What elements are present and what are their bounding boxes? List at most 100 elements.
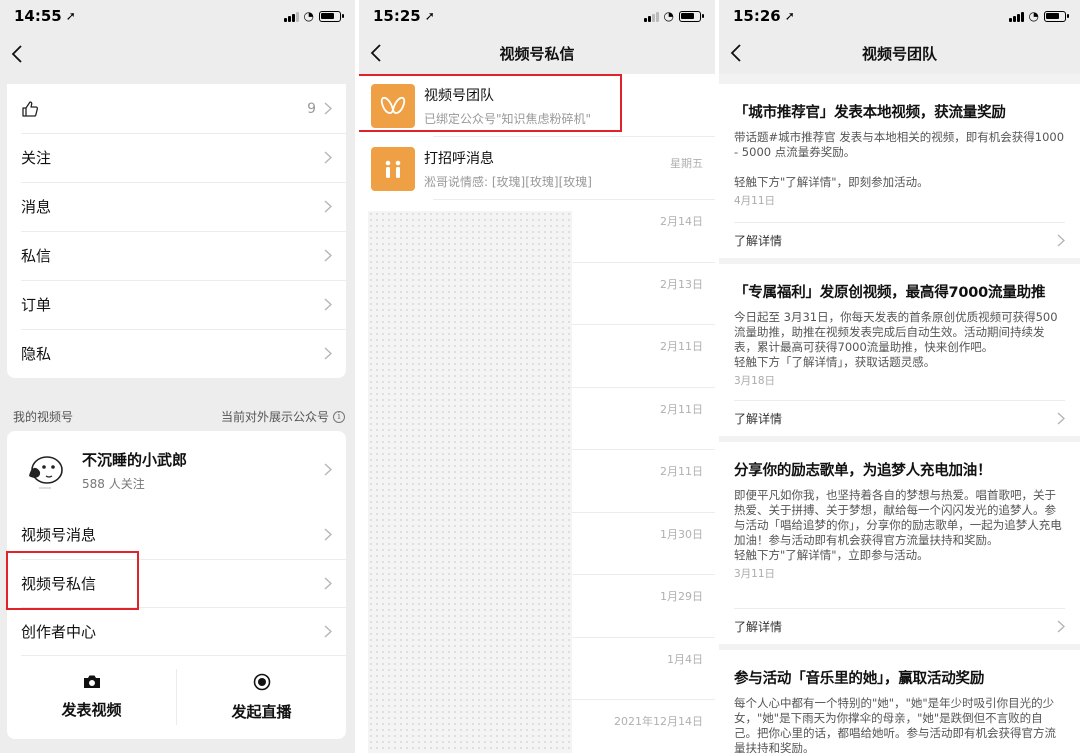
article-paragraph: 每个人心中都有一个特别的"她"，"她"是年少时吸引你目光的少女，"她"是下雨天为…	[734, 696, 1056, 753]
article-title: 分享你的励志歌单，为追梦人充电加油！	[734, 463, 992, 479]
me-channels-panel: 14:55 ➚ ◔ 9 关注 消息 私信 订单 隐私 我的视频号 当前对外展示公…	[0, 0, 355, 753]
private-messages-row[interactable]: 私信	[7, 231, 346, 280]
start-live-button[interactable]: 发起直播	[177, 655, 346, 739]
wifi-icon: ◔	[1028, 9, 1039, 23]
chevron-right-icon	[1057, 412, 1065, 425]
conversation-name: 打招呼消息	[424, 150, 494, 167]
post-video-button[interactable]: 发表视频	[7, 655, 176, 739]
learn-more-label: 了解详情	[734, 234, 783, 248]
follow-row[interactable]: 关注	[7, 133, 346, 182]
wifi-icon: ◔	[663, 9, 674, 23]
highlight-box	[6, 551, 139, 610]
conversation-date: 2021年12月14日	[614, 715, 703, 728]
article-title: 参与活动「音乐里的她」，赢取活动奖励	[734, 671, 985, 687]
chevron-right-icon	[324, 462, 333, 476]
live-record-icon	[253, 673, 270, 690]
row-label: 关注	[21, 149, 52, 167]
likes-row[interactable]: 9	[7, 84, 346, 133]
back-button[interactable]	[6, 40, 28, 68]
row-label: 订单	[21, 296, 52, 314]
battery-icon	[1044, 10, 1069, 22]
likes-count: 9	[307, 100, 316, 117]
info-icon[interactable]: i	[333, 410, 345, 423]
article-paragraph: 带话题#城市推荐官 发表与本地相关的视频，即有机会获得1000 - 5000 点…	[734, 130, 1065, 159]
messages-row[interactable]: 消息	[7, 182, 346, 231]
row-label: 隐私	[21, 345, 52, 363]
learn-more-link[interactable]: 了解详情	[734, 400, 1065, 436]
creator-center-row[interactable]: 创作者中心	[7, 607, 346, 655]
signal-icon	[643, 11, 659, 22]
learn-more-label: 了解详情	[734, 412, 783, 426]
article-body: 带话题#城市推荐官 发表与本地相关的视频，即有机会获得1000 - 5000 点…	[734, 130, 1065, 190]
chevron-right-icon	[324, 151, 332, 164]
learn-more-label: 了解详情	[734, 620, 783, 634]
row-label: 视频号消息	[21, 525, 97, 544]
avatar	[29, 456, 63, 489]
article-paragraph	[734, 160, 1065, 175]
orders-row[interactable]: 订单	[7, 280, 346, 329]
status-time: 14:55	[14, 7, 62, 25]
chevron-right-icon	[324, 527, 332, 541]
greeting-icon	[371, 146, 415, 191]
article-date: 3月18日	[734, 375, 776, 387]
back-button[interactable]	[365, 39, 387, 67]
row-label: 创作者中心	[21, 622, 97, 641]
article-card[interactable]: 分享你的励志歌单，为追梦人充电加油！ 即便平凡如你我，也坚持着各自的梦想与热爱。…	[719, 442, 1080, 644]
row-label: 私信	[21, 247, 52, 265]
learn-more-link[interactable]: 了解详情	[734, 608, 1065, 644]
status-bar: 15:25 ➚ ◔	[359, 0, 715, 32]
chevron-right-icon	[324, 576, 332, 590]
conversation-date: 2月11日	[660, 465, 703, 478]
battery-icon	[679, 10, 704, 22]
conversation-date: 2月11日	[660, 402, 703, 416]
wifi-icon: ◔	[303, 9, 314, 23]
chevron-right-icon	[324, 102, 332, 115]
conversation-date: 1月29日	[660, 590, 703, 603]
channel-actions: 发表视频 发起直播	[7, 655, 346, 739]
article-card[interactable]: 「城市推荐官」发表本地视频，获流量奖励 带话题#城市推荐官 发表与本地相关的视频…	[719, 84, 1080, 258]
channel-profile-row[interactable]: 不沉睡的小武郎 588 人关注	[7, 431, 346, 509]
my-channels-section-header: 我的视频号 当前对外展示公众号 i	[13, 408, 345, 425]
back-button[interactable]	[725, 39, 747, 67]
highlight-box	[359, 74, 622, 132]
camera-icon	[83, 675, 100, 688]
article-title: 「专属福利」发原创视频，最高得7000流量助推	[734, 285, 1046, 301]
article-date: 3月11日	[734, 568, 776, 580]
privacy-row[interactable]: 隐私	[7, 329, 346, 378]
conversation-date: 1月4日	[667, 652, 703, 666]
chevron-right-icon	[1057, 620, 1065, 633]
page-title: 视频号团队	[861, 44, 937, 63]
privacy-mosaic-overlay	[368, 211, 572, 753]
thumbs-up-icon	[22, 100, 39, 117]
status-time: 15:26	[733, 7, 781, 25]
nav-bar: 视频号私信	[359, 32, 715, 74]
conversation-date: 2月13日	[660, 277, 703, 291]
nav-bar	[0, 34, 355, 74]
article-paragraph: 轻触下方「了解详情」，获取话题灵感。	[734, 355, 936, 369]
article-card[interactable]: 「专属福利」发原创视频，最高得7000流量助推 今日起至 3月31日，你每天发表…	[719, 264, 1080, 436]
status-bar: 15:26 ➚ ◔	[719, 0, 1080, 32]
section-label: 我的视频号	[13, 410, 74, 424]
settings-card: 9 关注 消息 私信 订单 隐私	[7, 84, 346, 378]
learn-more-link[interactable]: 了解详情	[734, 222, 1065, 258]
back-chevron-icon	[370, 44, 381, 62]
article-body: 每个人心中都有一个特别的"她"，"她"是年少时吸引你目光的少女，"她"是下雨天为…	[734, 696, 1065, 753]
conversation-date: 2月14日	[660, 215, 703, 228]
location-arrow-icon: ➚	[65, 9, 76, 23]
list-item-greetings[interactable]: 打招呼消息 淞哥说情感: [玫瑰][玫瑰][玫瑰] 星期五	[359, 137, 715, 200]
status-bar: 14:55 ➚ ◔	[0, 0, 355, 32]
article-title: 「城市推荐官」发表本地视频，获流量奖励	[734, 105, 1006, 121]
channel-name: 不沉睡的小武郎	[82, 450, 188, 469]
article-paragraph: 今日起至 3月31日，你每天发表的首条原创优质视频可获得500流量助推，助推在视…	[734, 310, 1058, 354]
chevron-right-icon	[324, 200, 332, 213]
nav-bar: 视频号团队	[719, 32, 1080, 74]
article-card[interactable]: 参与活动「音乐里的她」，赢取活动奖励 每个人心中都有一个特别的"她"，"她"是年…	[719, 650, 1080, 753]
article-paragraph: 轻触下方"了解详情"，立即参与活动。	[734, 548, 929, 562]
conversation-date: 1月30日	[660, 527, 703, 541]
location-arrow-icon: ➚	[784, 9, 795, 23]
chevron-right-icon	[1057, 234, 1065, 247]
chevron-right-icon	[324, 624, 332, 638]
page-title: 视频号私信	[499, 44, 575, 63]
action-label: 发起直播	[231, 702, 292, 721]
chevron-right-icon	[324, 249, 332, 262]
